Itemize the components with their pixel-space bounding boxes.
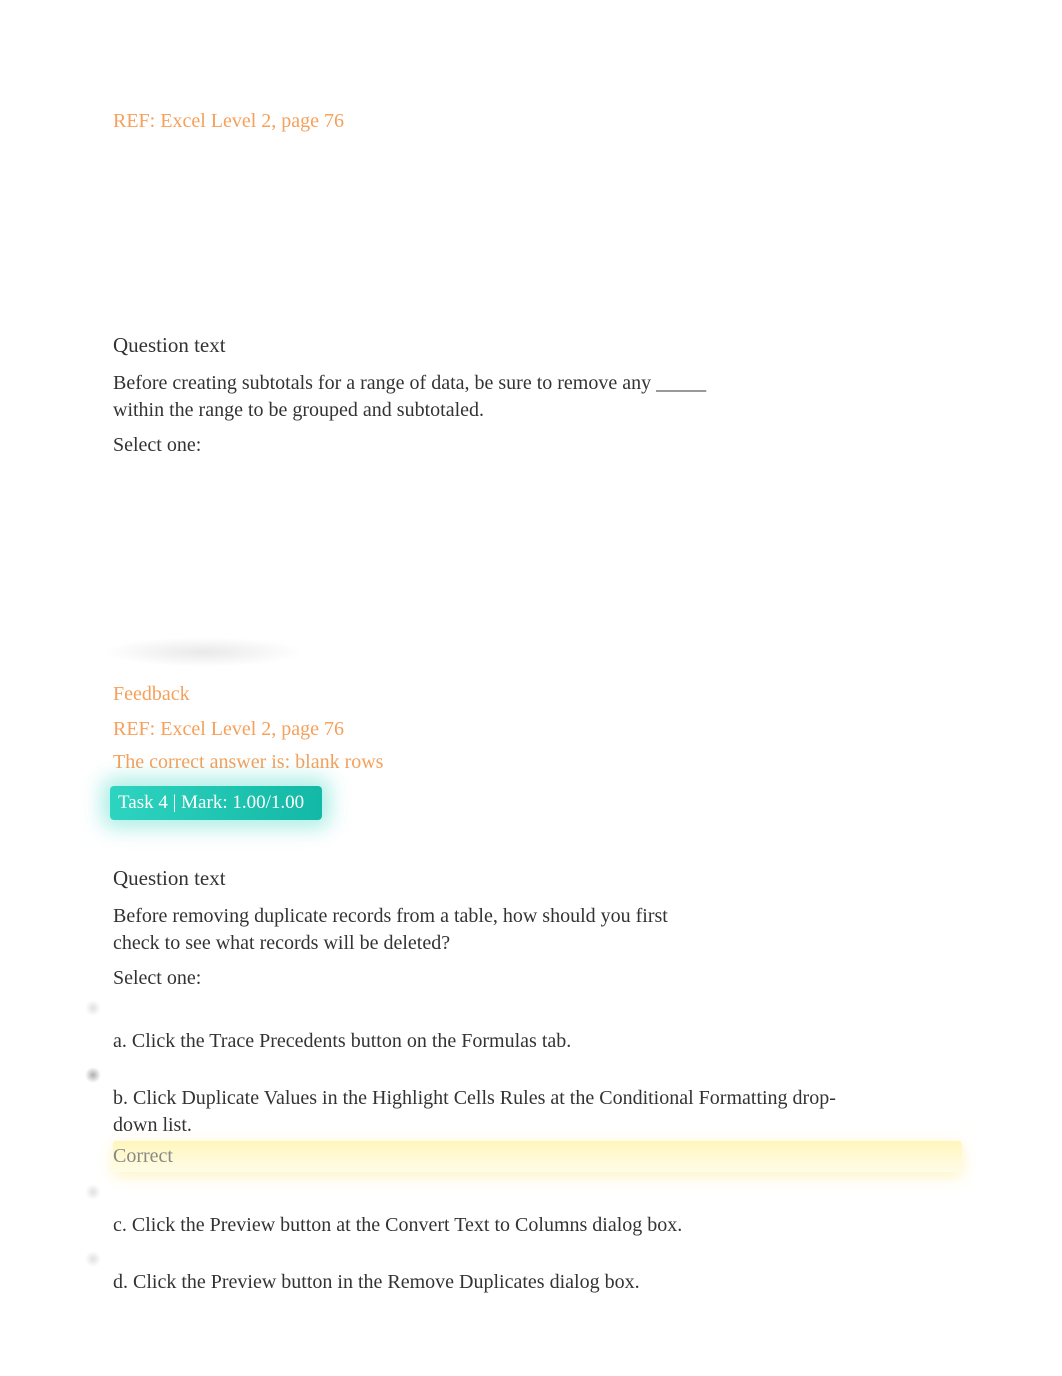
option-b-text: b. Click Duplicate Values in the Highlig… (113, 1085, 863, 1139)
option-d-text: d. Click the Preview button in the Remov… (113, 1269, 962, 1296)
question-2-select-one: Select one: (113, 967, 962, 990)
question-1-body: Before creating subtotals for a range of… (113, 370, 753, 424)
question-1-select-one: Select one: (113, 434, 962, 457)
option-c-row[interactable]: c. Click the Preview button at the Conve… (113, 1182, 962, 1239)
blurred-content (103, 637, 303, 667)
correct-answer-text: The correct answer is: blank rows (113, 751, 962, 774)
option-a-row[interactable]: a. Click the Trace Precedents button on … (113, 998, 962, 1055)
option-a-text: a. Click the Trace Precedents button on … (113, 1028, 962, 1055)
question-2-header: Question text (113, 866, 962, 891)
radio-icon[interactable] (85, 1000, 101, 1016)
option-d-row[interactable]: d. Click the Preview button in the Remov… (113, 1249, 962, 1296)
question-1-header: Question text (113, 333, 962, 358)
feedback-label: Feedback (113, 683, 962, 706)
option-b-row[interactable]: b. Click Duplicate Values in the Highlig… (113, 1065, 962, 1172)
radio-icon-selected[interactable] (85, 1067, 101, 1083)
task-mark-badge: Task 4 | Mark: 1.00/1.00 (110, 786, 322, 820)
reference-text-2: REF: Excel Level 2, page 76 (113, 718, 962, 741)
reference-text-1: REF: Excel Level 2, page 76 (113, 110, 962, 133)
radio-icon[interactable] (85, 1184, 101, 1200)
question-2-body: Before removing duplicate records from a… (113, 903, 703, 957)
correct-indicator: Correct (113, 1141, 962, 1172)
option-c-text: c. Click the Preview button at the Conve… (113, 1212, 962, 1239)
radio-icon[interactable] (85, 1251, 101, 1267)
